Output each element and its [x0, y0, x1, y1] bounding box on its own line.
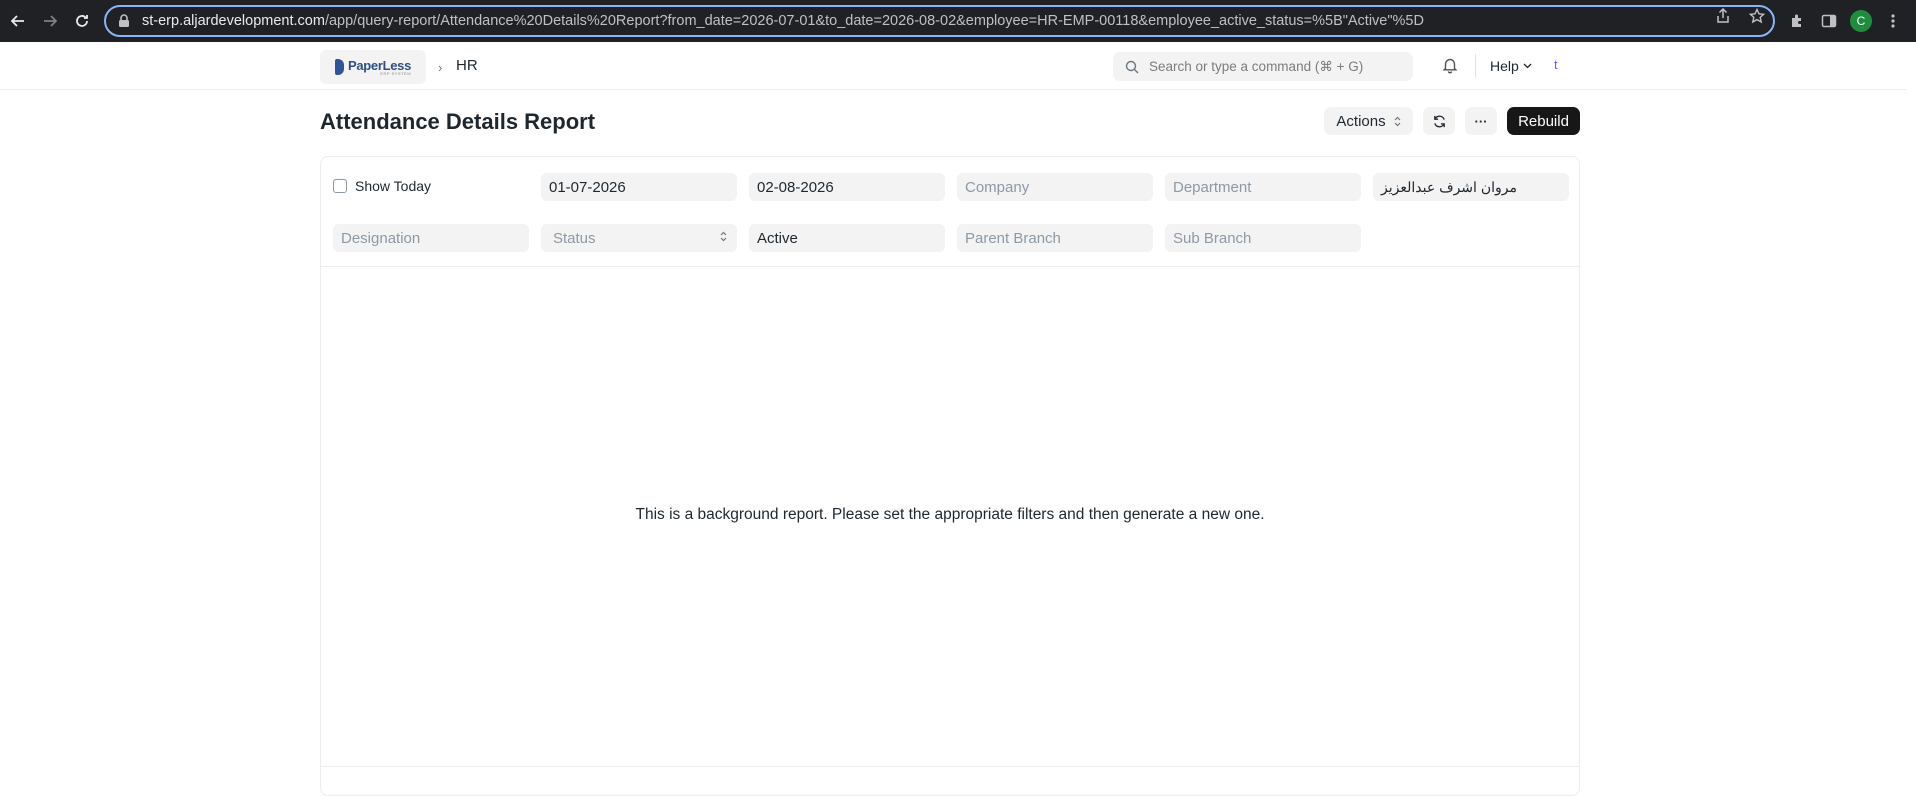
status-select[interactable]: Status — [541, 224, 737, 252]
reload-icon[interactable] — [70, 9, 94, 33]
paperless-logo-icon — [334, 59, 344, 75]
select-arrows-icon — [1394, 116, 1401, 126]
bookmark-star-icon[interactable] — [1748, 7, 1766, 25]
show-today-checkbox[interactable] — [333, 179, 347, 193]
forward-icon[interactable] — [38, 9, 62, 33]
status-placeholder: Status — [553, 229, 596, 247]
report-footer-divider — [321, 766, 1579, 767]
refresh-icon — [1433, 115, 1445, 127]
refresh-button[interactable] — [1423, 107, 1455, 135]
show-today-filter[interactable]: Show Today — [333, 178, 431, 194]
app-navbar: PaperLess ERP SYSTEM › HR Search or type… — [0, 42, 1906, 90]
search-placeholder: Search or type a command (⌘ + G) — [1149, 58, 1364, 74]
more-label: ··· — [1474, 113, 1488, 129]
more-options-button[interactable]: ··· — [1465, 107, 1497, 135]
navbar-divider — [1475, 54, 1476, 78]
chevron-right-icon: › — [438, 60, 443, 75]
filter-section: Show Today 01-07-2026 02-08-2026 Company… — [321, 157, 1579, 267]
from-date-field[interactable]: 01-07-2026 — [541, 173, 737, 201]
designation-field[interactable]: Designation — [333, 224, 529, 252]
report-card: Show Today 01-07-2026 02-08-2026 Company… — [320, 156, 1580, 796]
sub-branch-field[interactable]: Sub Branch — [1165, 224, 1361, 252]
kebab-menu-icon[interactable] — [1882, 10, 1904, 32]
actions-label: Actions — [1336, 112, 1386, 130]
department-field[interactable]: Department — [1165, 173, 1361, 201]
breadcrumb-hr[interactable]: HR — [456, 57, 478, 74]
rebuild-button[interactable]: Rebuild — [1507, 107, 1580, 135]
profile-avatar[interactable]: C — [1850, 10, 1872, 32]
side-panel-icon[interactable] — [1818, 10, 1840, 32]
company-field[interactable]: Company — [957, 173, 1153, 201]
employee-active-status-field[interactable]: Active — [749, 224, 945, 252]
report-message: This is a background report. Please set … — [635, 506, 1265, 523]
to-date-field[interactable]: 02-08-2026 — [749, 173, 945, 201]
page-title: Attendance Details Report — [320, 109, 596, 134]
app-logo[interactable]: PaperLess ERP SYSTEM — [320, 50, 426, 84]
url-text: st-erp.aljardevelopment.com/app/query-re… — [142, 13, 1424, 29]
help-label: Help — [1490, 58, 1519, 74]
share-icon[interactable] — [1714, 7, 1732, 25]
help-dropdown[interactable]: Help — [1490, 58, 1532, 74]
address-bar[interactable]: st-erp.aljardevelopment.com/app/query-re… — [104, 5, 1775, 37]
search-icon — [1125, 60, 1139, 74]
chevron-down-icon — [1523, 63, 1532, 69]
extensions-icon[interactable] — [1786, 10, 1808, 32]
logo-subtext: ERP SYSTEM — [380, 70, 412, 76]
notification-bell-icon[interactable] — [1441, 56, 1461, 76]
back-icon[interactable] — [6, 9, 30, 33]
actions-button[interactable]: Actions — [1324, 107, 1413, 135]
employee-field[interactable]: مروان اشرف عبدالعزيز — [1373, 173, 1569, 201]
user-avatar[interactable]: t — [1554, 57, 1558, 72]
lock-icon — [118, 14, 132, 28]
browser-toolbar: st-erp.aljardevelopment.com/app/query-re… — [0, 0, 1916, 42]
search-input[interactable]: Search or type a command (⌘ + G) — [1113, 52, 1413, 81]
show-today-label: Show Today — [355, 178, 432, 194]
parent-branch-field[interactable]: Parent Branch — [957, 224, 1153, 252]
select-arrows-icon — [720, 231, 727, 242]
logo-text: PaperLess — [347, 57, 412, 73]
